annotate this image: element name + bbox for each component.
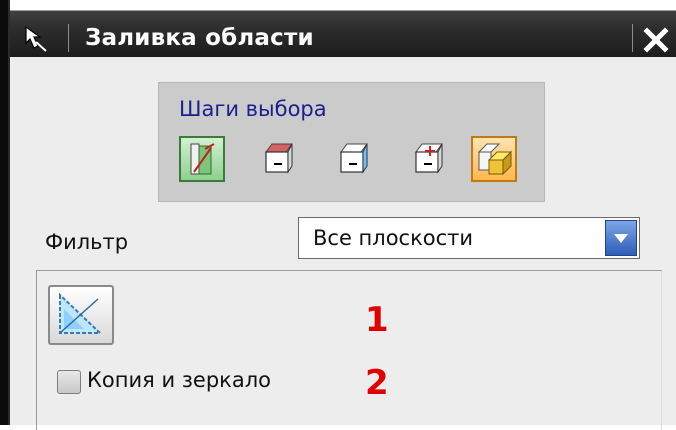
triangle-region-button[interactable] <box>48 285 114 345</box>
window-frame <box>0 0 8 425</box>
select-arrow-icon[interactable] <box>20 24 60 54</box>
titlebar[interactable]: Заливка области <box>10 0 676 57</box>
filter-selected-value: Все плоскости <box>313 226 474 250</box>
dropdown-arrow-button[interactable] <box>605 220 637 256</box>
side-face-icon <box>340 143 368 174</box>
options-panel <box>36 270 662 430</box>
step-top-face-button[interactable] <box>254 136 300 182</box>
copy-mirror-checkbox[interactable] <box>57 370 81 394</box>
titlebar-separator-right <box>632 24 633 52</box>
titlebar-separator <box>68 24 69 52</box>
selection-steps-label: Шаги выбора <box>179 97 327 121</box>
chevron-down-icon <box>614 234 628 243</box>
copy-mirror-label[interactable]: Копия и зеркало <box>87 368 271 392</box>
filter-dropdown[interactable]: Все плоскости <box>298 217 640 259</box>
dialog-title: Заливка области <box>85 25 314 51</box>
annotation-number-2: 2 <box>365 363 389 403</box>
target-body-icon <box>190 143 215 175</box>
top-face-icon <box>265 143 293 174</box>
add-face-icon <box>415 143 443 174</box>
box-body-icon <box>477 143 513 176</box>
close-icon[interactable] <box>638 22 674 56</box>
step-box-body-button[interactable] <box>471 136 517 182</box>
filter-label: Фильтр <box>45 230 129 254</box>
annotation-number-1: 1 <box>365 300 389 340</box>
step-add-face-button[interactable] <box>404 136 450 182</box>
selection-steps-group: Шаги выбора <box>158 82 545 202</box>
region-fill-dialog: Заливка области Шаги выбора Фильтр Все п… <box>8 0 676 430</box>
triangle-region-icon <box>59 292 103 334</box>
step-target-body-button[interactable] <box>179 136 225 182</box>
step-side-face-button[interactable] <box>329 136 375 182</box>
